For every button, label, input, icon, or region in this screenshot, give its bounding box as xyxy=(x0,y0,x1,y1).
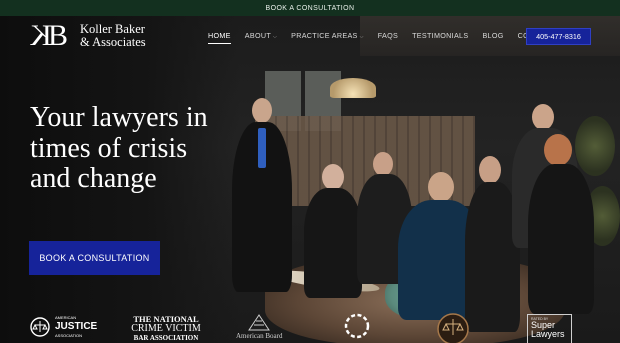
badge-justice-label: JUSTICE xyxy=(55,321,98,332)
crest-icon xyxy=(248,314,270,331)
nav-testimonials[interactable]: TESTIMONIALS xyxy=(412,31,468,40)
nav-practice-areas-label: PRACTICE AREAS xyxy=(291,31,358,40)
badge-bar-seal[interactable] xyxy=(436,312,470,343)
chevron-down-icon: ⌵ xyxy=(273,34,278,40)
badge-justice-small: AMERICAN xyxy=(55,315,77,320)
main-nav: HOME ABOUT ⌵ PRACTICE AREAS ⌵ FAQS TESTIMO… xyxy=(208,31,568,44)
logo-line-2: & Associates xyxy=(80,35,146,49)
book-consultation-button[interactable]: BOOK A CONSULTATION xyxy=(29,241,160,275)
bar-seal-icon xyxy=(437,313,469,343)
chevron-down-icon: ⌵ xyxy=(359,34,364,40)
badge-lawyers: Lawyers xyxy=(531,329,565,339)
nav-home-label: HOME xyxy=(208,31,231,40)
plant-decor xyxy=(575,116,615,176)
badge-super-lawyers[interactable]: RATED BY Super Lawyers xyxy=(527,314,572,343)
badge-cv-line2: CRIME VICTIM xyxy=(131,323,201,334)
hero-section: Your lawyers in times of crisis and chan… xyxy=(0,16,620,343)
nav-faqs-label: FAQS xyxy=(377,31,399,40)
badge-board-label: American Board xyxy=(236,332,283,340)
logo-wordmark: Koller Baker & Associates xyxy=(80,23,146,49)
badge-justice-sub: ASSOCIATION xyxy=(55,333,83,338)
announcement-bar: BOOK A CONSULTATION xyxy=(0,0,620,16)
badge-crime-victim-bar[interactable]: THE NATIONAL CRIME VICTIM BAR ASSOCIATIO… xyxy=(128,315,204,343)
hero-headline: Your lawyers in times of crisis and chan… xyxy=(30,102,208,194)
nav-testimonials-label: TESTIMONIALS xyxy=(412,31,469,40)
nav-blog-label: BLOG xyxy=(482,31,504,40)
logo-monogram: K B xyxy=(30,19,69,52)
seal-icon xyxy=(344,313,370,339)
nav-faqs[interactable]: FAQS xyxy=(378,31,398,40)
nav-blog[interactable]: BLOG xyxy=(482,31,503,40)
phone-button[interactable]: 405-477-8316 xyxy=(526,28,591,45)
nav-about[interactable]: ABOUT ⌵ xyxy=(245,31,277,40)
hanging-lamp xyxy=(330,78,376,98)
nav-home[interactable]: HOME xyxy=(208,31,231,44)
nav-practice-areas[interactable]: PRACTICE AREAS ⌵ xyxy=(291,31,364,40)
book-consultation-top-link[interactable]: BOOK A CONSULTATION xyxy=(266,5,355,12)
nav-about-label: ABOUT xyxy=(244,31,272,40)
site-logo[interactable]: K B Koller Baker & Associates xyxy=(30,19,146,52)
scales-icon xyxy=(30,317,50,337)
affiliation-badges: AMERICAN JUSTICE ASSOCIATION THE NATIONA… xyxy=(0,312,620,343)
badge-cv-line3: BAR ASSOCIATION xyxy=(133,334,199,342)
badge-circle-seal[interactable] xyxy=(344,313,370,343)
